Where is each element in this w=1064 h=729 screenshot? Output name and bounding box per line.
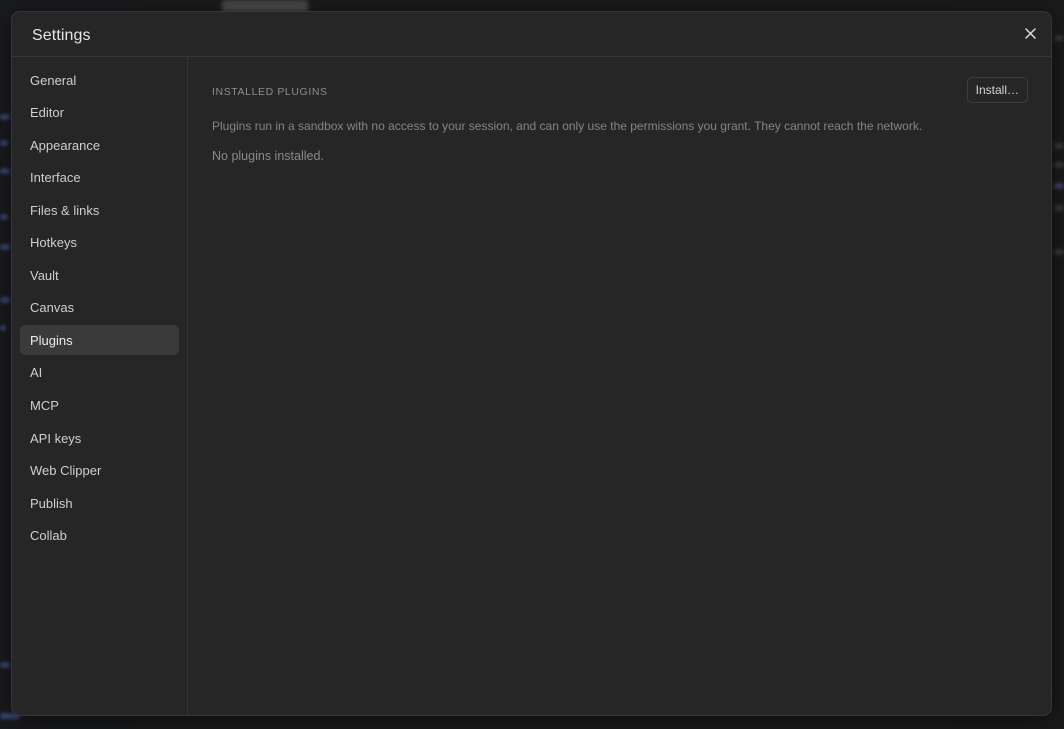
sidebar-item-plugins[interactable]: Plugins <box>20 325 179 356</box>
backdrop-mark <box>1054 249 1064 255</box>
backdrop-mark <box>1054 183 1064 189</box>
backdrop-mark <box>1054 35 1064 41</box>
settings-nav: General Editor Appearance Interface File… <box>20 65 179 553</box>
sidebar-item-files-links[interactable]: Files & links <box>20 195 179 225</box>
section-title: INSTALLED PLUGINS <box>212 86 328 98</box>
sidebar-item-publish[interactable]: Publish <box>20 488 179 518</box>
sidebar-item-canvas[interactable]: Canvas <box>20 293 179 323</box>
backdrop-mark <box>1054 143 1064 149</box>
backdrop-mark <box>0 140 8 146</box>
sidebar-item-hotkeys[interactable]: Hotkeys <box>20 228 179 258</box>
sidebar-item-mcp[interactable]: MCP <box>20 390 179 420</box>
sidebar-item-web-clipper[interactable]: Web Clipper <box>20 456 179 486</box>
install-button[interactable]: Install… <box>966 77 1028 103</box>
backdrop-mark <box>0 325 6 331</box>
backdrop-mark <box>0 114 10 120</box>
backdrop-mark <box>0 662 10 668</box>
close-button[interactable] <box>1021 24 1039 42</box>
sidebar-item-appearance[interactable]: Appearance <box>20 130 179 160</box>
sidebar-item-ai[interactable]: AI <box>20 358 179 388</box>
sidebar-item-editor[interactable]: Editor <box>20 98 179 128</box>
sidebar-item-vault[interactable]: Vault <box>20 260 179 290</box>
backdrop-mark <box>1054 205 1064 211</box>
settings-sidebar: General Editor Appearance Interface File… <box>12 57 188 715</box>
sidebar-item-general[interactable]: General <box>20 65 179 95</box>
backdrop-mark <box>0 244 10 250</box>
settings-modal: Settings General Editor Appearance Inter… <box>11 11 1052 716</box>
modal-title: Settings <box>32 27 91 44</box>
backdrop-mark <box>1054 162 1064 168</box>
plugins-panel: INSTALLED PLUGINS Install… Plugins run i… <box>188 57 1051 715</box>
sidebar-item-api-keys[interactable]: API keys <box>20 423 179 453</box>
backdrop-mark <box>0 214 8 220</box>
sidebar-item-collab[interactable]: Collab <box>20 521 179 551</box>
backdrop-mark <box>0 168 10 174</box>
close-icon <box>1024 27 1036 39</box>
sidebar-item-interface[interactable]: Interface <box>20 163 179 193</box>
empty-state-text: No plugins installed. <box>212 149 324 163</box>
modal-header: Settings <box>12 12 1051 57</box>
backdrop-mark <box>0 297 10 303</box>
plugins-description: Plugins run in a sandbox with no access … <box>212 119 923 133</box>
